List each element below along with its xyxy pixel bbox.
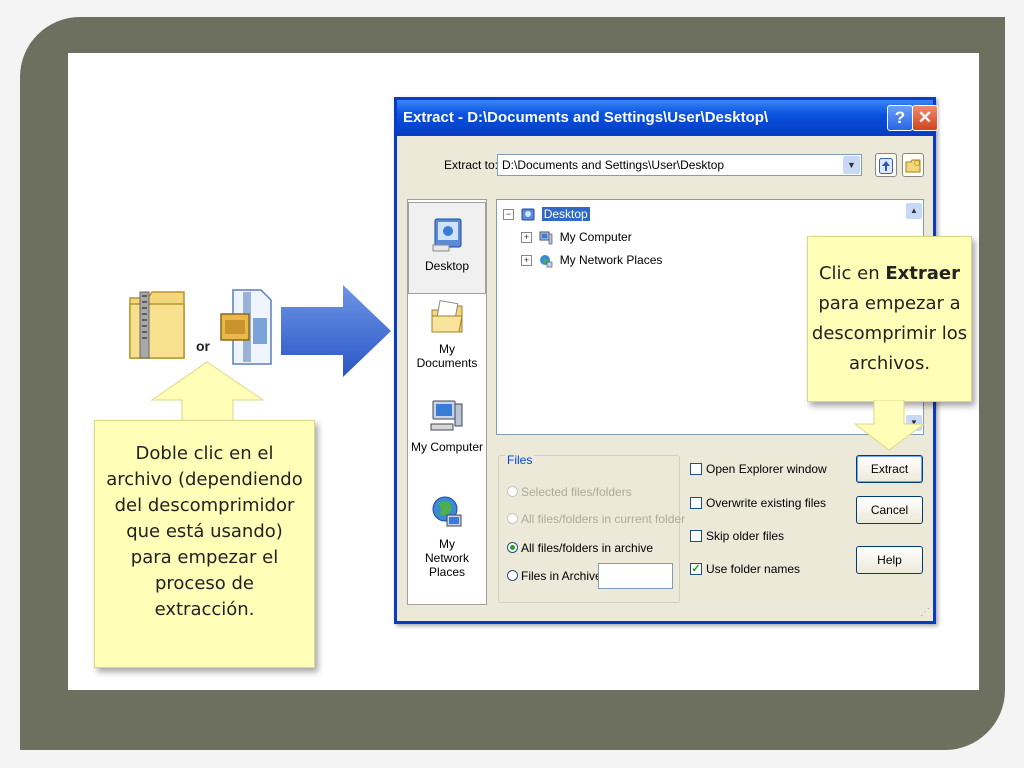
radio-button[interactable] [507, 570, 518, 582]
callout-emphasis: Extraer [885, 263, 961, 284]
or-label: or [196, 338, 210, 354]
place-my-network-places[interactable]: My Network Places [408, 495, 486, 579]
radio-selected-files[interactable]: Selected files/folders [507, 484, 632, 500]
radio-label: All files/folders in archive [521, 541, 654, 555]
my-documents-icon [431, 300, 463, 333]
files-in-archive-input[interactable] [598, 563, 673, 589]
place-label: My Computer [410, 440, 484, 454]
callout-text: Clic en [818, 263, 886, 284]
extract-to-label: Extract to: [444, 158, 499, 172]
dialog-title: Extract - D:\Documents and Settings\User… [403, 109, 769, 126]
extract-to-value: D:\Documents and Settings\User\Desktop [502, 158, 725, 172]
callout-line: archivo (dependiendo [106, 469, 303, 490]
zip-folder-icon [129, 291, 185, 359]
tree-item-desktop[interactable]: − Desktop [503, 205, 590, 223]
place-desktop[interactable]: Desktop [408, 202, 486, 294]
radio-current-folder[interactable]: All files/folders in current folder [507, 511, 685, 527]
radio-label: Files in Archive: [521, 569, 606, 583]
new-folder-icon [905, 159, 921, 173]
close-button[interactable]: ✕ [912, 105, 938, 131]
callout-line: Doble clic en el [135, 443, 274, 464]
dialog-titlebar[interactable]: Extract - D:\Documents and Settings\User… [397, 100, 933, 136]
checkbox[interactable] [690, 496, 702, 509]
place-label: My Documents [416, 342, 478, 370]
desktop-icon [521, 208, 535, 221]
checkbox-open-explorer[interactable]: Open Explorer window [690, 461, 827, 477]
tree-label: Desktop [541, 207, 590, 221]
callout-line: para empezar el [130, 547, 279, 568]
collapse-icon[interactable]: − [503, 209, 514, 221]
network-places-icon [432, 496, 462, 527]
up-folder-button[interactable] [875, 153, 897, 177]
checkbox-label: Overwrite existing files [706, 496, 827, 510]
callout-line: del descomprimidor [114, 495, 295, 516]
callout-line: descomprimir los [811, 323, 968, 344]
callout-line: Clic en Extraer [808, 259, 971, 289]
callout-line: extracción. [154, 599, 255, 620]
my-computer-icon [539, 231, 553, 245]
radio-files-in-archive[interactable]: Files in Archive: [507, 568, 605, 584]
places-bar: Desktop My Documents My Computer My Netw… [407, 199, 487, 605]
checkbox-skip-older[interactable]: Skip older files [690, 528, 784, 544]
radio-button[interactable] [507, 542, 518, 554]
files-group-title: Files [505, 453, 535, 467]
checkbox-label: Use folder names [706, 562, 801, 576]
radio-button[interactable] [507, 486, 518, 498]
tree-item-my-network-places[interactable]: + My Network Places [521, 251, 662, 269]
checkbox[interactable] [690, 462, 702, 475]
cancel-button[interactable]: Cancel [856, 496, 923, 524]
checkbox-overwrite[interactable]: Overwrite existing files [690, 495, 826, 511]
zip-archive-icon [220, 289, 272, 365]
checkbox[interactable] [690, 529, 702, 542]
extract-to-combo[interactable]: D:\Documents and Settings\User\Desktop ▼ [497, 154, 862, 176]
tree-label: My Network Places [559, 253, 663, 267]
checkbox-label: Skip older files [706, 529, 785, 543]
radio-label: All files/folders in current folder [521, 512, 686, 526]
callout-line: para empezar a [818, 293, 961, 314]
resize-grip-icon[interactable]: ⋰ [920, 608, 930, 618]
right-arrow-icon [281, 285, 391, 377]
radio-label: Selected files/folders [521, 485, 632, 499]
callout-double-click: Doble clic en el archivo (dependiendo de… [94, 420, 315, 668]
help-title-button[interactable]: ? [887, 105, 913, 131]
radio-all-in-archive[interactable]: All files/folders in archive [507, 540, 653, 556]
scroll-up-icon[interactable]: ▲ [906, 203, 922, 219]
checkbox-label: Open Explorer window [706, 462, 827, 476]
place-label: My Network Places [424, 537, 469, 579]
callout-line: proceso de [154, 573, 255, 594]
callout-pointer [150, 361, 265, 422]
network-places-icon [540, 254, 553, 268]
place-my-computer[interactable]: My Computer [408, 398, 486, 454]
up-arrow-icon [879, 157, 893, 174]
callout-line: que está usando) [126, 521, 283, 542]
checkbox-checked[interactable]: ✓ [690, 562, 702, 575]
callout-pointer [853, 400, 926, 451]
tree-item-my-computer[interactable]: + My Computer [521, 228, 632, 246]
expand-icon[interactable]: + [521, 255, 532, 267]
radio-button[interactable] [507, 513, 518, 525]
callout-line: archivos. [848, 353, 931, 374]
help-button[interactable]: Help [856, 546, 923, 574]
extract-button[interactable]: Extract [856, 455, 923, 483]
place-my-documents[interactable]: My Documents [408, 300, 486, 370]
my-computer-icon [430, 400, 463, 431]
place-label: Desktop [424, 259, 470, 273]
tree-label: My Computer [559, 230, 632, 244]
new-folder-button[interactable] [902, 153, 924, 177]
callout-click-extract: Clic en Extraer para empezar a descompri… [807, 236, 972, 402]
expand-icon[interactable]: + [521, 232, 532, 244]
desktop-icon [432, 218, 462, 252]
checkbox-use-folder-names[interactable]: ✓ Use folder names [690, 561, 800, 577]
chevron-down-icon[interactable]: ▼ [843, 156, 860, 174]
